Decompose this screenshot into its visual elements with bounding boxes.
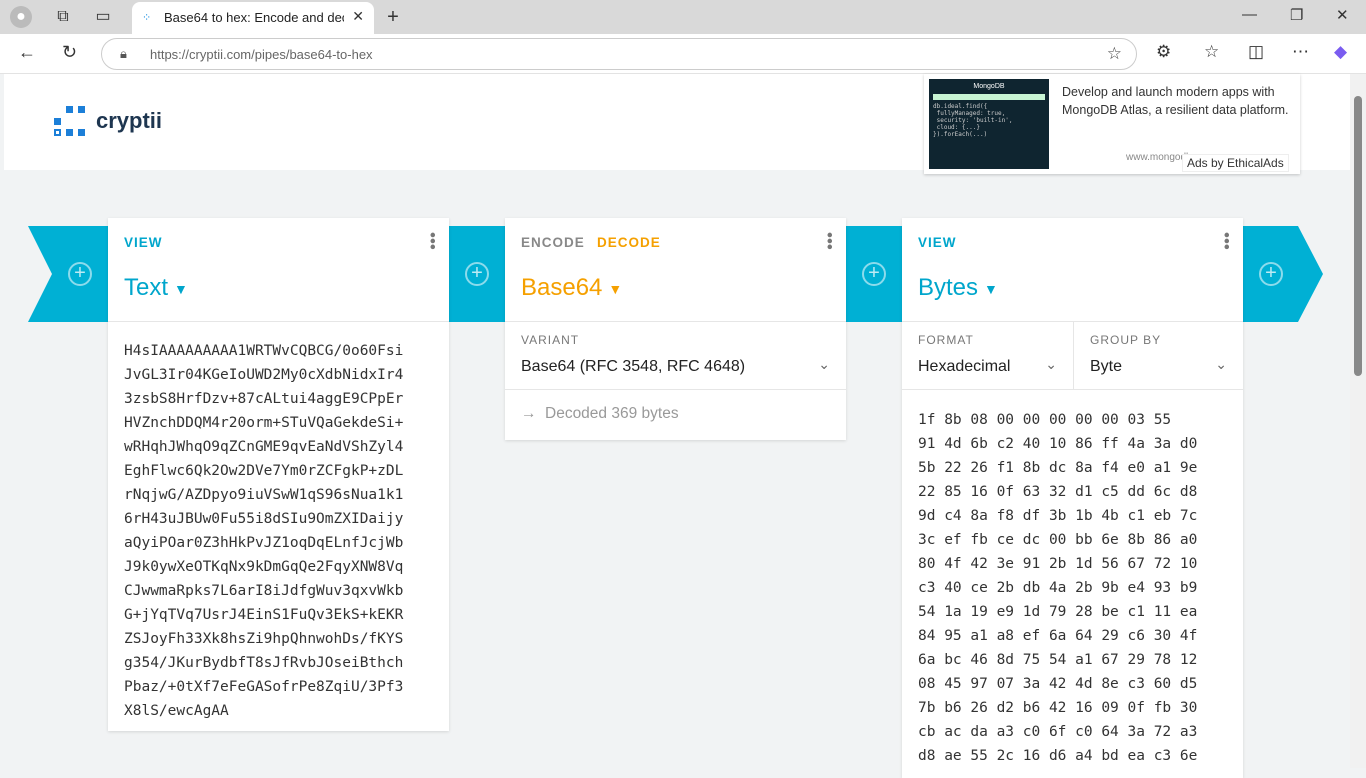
caret-down-icon: ▼ [608, 280, 623, 297]
group-by-value: Byte [1090, 358, 1123, 375]
encode-toggle[interactable]: ENCODE [521, 235, 585, 250]
base64-codec-brick: ENCODE DECODE ••• Base64 ▼ VARIANT Base64… [505, 218, 846, 440]
cryptii-favicon-icon: ⁘ [142, 12, 152, 24]
format-select[interactable]: FORMAT Hexadecimal ⌄ [902, 322, 1074, 390]
variant-value: Base64 (RFC 3548, RFC 4648) [521, 358, 746, 375]
text-content-area[interactable]: H4sIAAAAAAAAA1WRTWvCQBCG/0o60Fsi JvGL3Ir… [108, 322, 449, 731]
bytes-view-brick: VIEW ••• Bytes ▼ FORMAT Hexadecimal ⌄ GRO… [902, 218, 1243, 778]
copilot-icon[interactable]: ◆ [1334, 42, 1347, 62]
arrow-right-icon: → [521, 405, 537, 422]
scrollbar-thumb[interactable] [1354, 96, 1362, 376]
view-name: Bytes [918, 274, 979, 301]
chevron-down-icon: ⌄ [818, 356, 830, 372]
address-bar-row: ← ↻ 🔒︎ https://cryptii.com/pipes/base64-… [0, 34, 1366, 74]
variant-select[interactable]: VARIANT Base64 (RFC 3548, RFC 4648) ⌄ [505, 322, 846, 390]
brick-menu-icon[interactable]: ••• [820, 232, 839, 250]
restore-icon[interactable]: ❐ [1290, 6, 1303, 24]
view-selector[interactable]: Bytes ▼ [918, 274, 998, 302]
favorite-star-icon[interactable]: ☆ [1107, 44, 1122, 64]
cryptii-logo[interactable]: cryptii [54, 106, 162, 136]
variant-label: VARIANT [521, 333, 580, 347]
browser-essentials-icon[interactable]: ◫ [1248, 42, 1264, 62]
view-selector[interactable]: Text ▼ [124, 274, 188, 302]
favorites-icon[interactable]: ☆ [1204, 42, 1219, 62]
brick-kind-label: VIEW [918, 235, 957, 250]
page-scrollbar[interactable] [1350, 74, 1366, 768]
text-view-brick: VIEW ••• Text ▼ H4sIAAAAAAAAA1WRTWvCQBCG/… [108, 218, 449, 731]
close-window-icon[interactable]: ✕ [1336, 6, 1349, 24]
ethical-ad[interactable]: MongoDB db.ideal.find({ fullyManaged: tr… [924, 74, 1300, 174]
add-brick-icon[interactable]: + [465, 262, 489, 286]
status-bar: → Decoded 369 bytes [505, 390, 846, 440]
extensions-icon[interactable]: ⚙ [1156, 42, 1171, 62]
caret-down-icon: ▼ [984, 280, 998, 297]
logo-text: cryptii [96, 108, 163, 133]
encoding-selector[interactable]: Base64 ▼ [521, 274, 622, 302]
url-text: https://cryptii.com/pipes/base64-to-hex [150, 47, 373, 62]
format-label: FORMAT [918, 333, 974, 347]
group-by-label: GROUP BY [1090, 333, 1162, 347]
browser-tab[interactable]: ⁘ Base64 to hex: Encode and decode ✕ [132, 2, 374, 34]
bytes-content-area[interactable]: 1f 8b 08 00 00 00 00 00 03 55 91 4d 6b c… [902, 390, 1243, 776]
more-icon[interactable]: ⋯ [1292, 42, 1309, 62]
add-brick-icon[interactable]: + [68, 262, 92, 286]
url-field[interactable]: 🔒︎ https://cryptii.com/pipes/base64-to-h… [101, 38, 1137, 70]
brick-kind-label: VIEW [124, 235, 163, 250]
refresh-icon[interactable]: ↻ [62, 42, 77, 63]
chevron-down-icon: ⌄ [1215, 356, 1227, 372]
collections-icon[interactable]: ⧉ [52, 6, 74, 28]
new-tab-icon[interactable]: + [382, 6, 404, 28]
tab-title: Base64 to hex: Encode and decode [164, 10, 344, 25]
minimize-icon[interactable]: — [1242, 6, 1257, 23]
group-by-select[interactable]: GROUP BY Byte ⌄ [1074, 322, 1243, 390]
ad-copy: Develop and launch modern apps with Mong… [1062, 85, 1289, 117]
ad-brand: MongoDB [973, 83, 1005, 90]
view-name: Text [124, 274, 169, 301]
encoding-name: Base64 [521, 274, 603, 301]
back-icon[interactable]: ← [18, 42, 36, 63]
tab-bar: ● ⧉ ▭ ⁘ Base64 to hex: Encode and decode… [0, 0, 1366, 34]
add-brick-icon[interactable]: + [1259, 262, 1283, 286]
ads-by-ethicalads-link[interactable]: Ads by EthicalAds [1182, 154, 1289, 172]
profile-icon[interactable]: ● [10, 6, 32, 28]
caret-down-icon: ▼ [174, 280, 188, 297]
vertical-tabs-icon[interactable]: ▭ [92, 6, 114, 28]
add-brick-icon[interactable]: + [862, 262, 886, 286]
lock-icon: 🔒︎ [120, 46, 127, 61]
format-value: Hexadecimal [918, 358, 1011, 375]
chevron-down-icon: ⌄ [1045, 356, 1057, 372]
decode-toggle[interactable]: DECODE [597, 235, 661, 250]
logo-mark-icon [54, 106, 86, 136]
status-text: Decoded 369 bytes [545, 405, 679, 422]
brick-menu-icon[interactable]: ••• [1217, 232, 1236, 250]
ad-image: MongoDB db.ideal.find({ fullyManaged: tr… [929, 79, 1049, 169]
site-header: cryptii MongoDB db.ideal.find({ fullyMan… [4, 74, 1350, 174]
brick-menu-icon[interactable]: ••• [423, 232, 442, 250]
close-tab-icon[interactable]: ✕ [352, 8, 364, 25]
